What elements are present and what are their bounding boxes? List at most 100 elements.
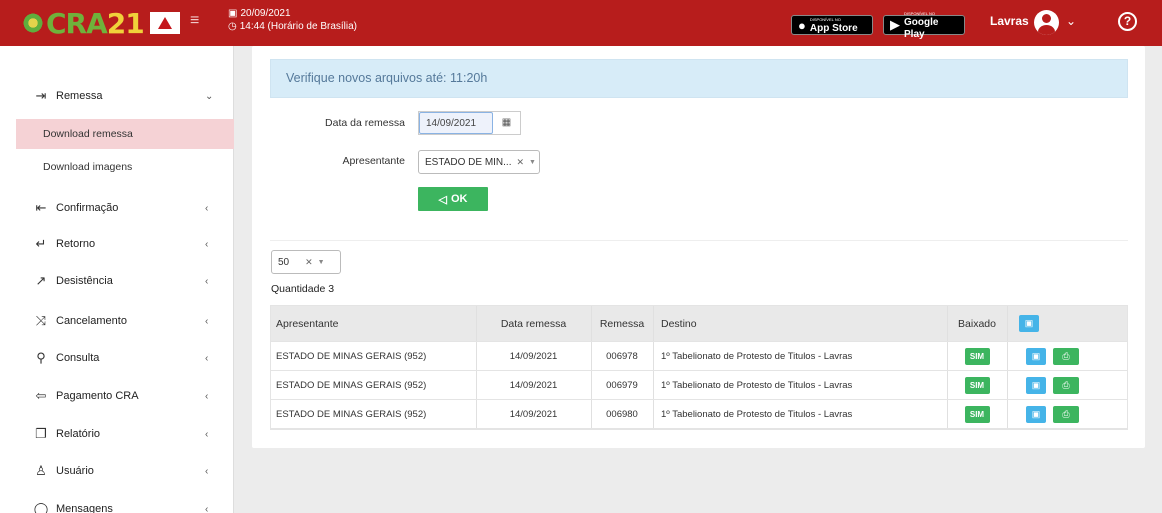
cell-baixado: SIM xyxy=(947,400,1007,428)
page-size-value: 50 xyxy=(278,256,290,268)
clear-icon[interactable]: ✕ xyxy=(517,157,525,168)
sidebar-item-label: Mensagens xyxy=(56,503,113,513)
chevron-left-icon: ‹ xyxy=(205,390,209,402)
logo[interactable]: CRA21 xyxy=(22,6,180,40)
cell-baixado: SIM xyxy=(947,371,1007,399)
user-name[interactable]: Lavras xyxy=(990,14,1029,28)
status-badge: SIM xyxy=(964,405,990,423)
table-row: ESTADO DE MINAS GERAIS (952) 14/09/2021 00… xyxy=(271,371,1127,400)
presenter-label: Apresentante xyxy=(342,155,405,167)
sidebar-item-6[interactable]: ⇦ Pagamento CRA ‹ xyxy=(0,381,234,411)
cell-presenter: ESTADO DE MINAS GERAIS (952) xyxy=(276,379,427,391)
confirm-icon: ⇤ xyxy=(35,200,47,215)
external-icon: ↗ xyxy=(35,273,47,288)
date-input[interactable] xyxy=(419,112,493,134)
users-icon: ♙ xyxy=(35,463,47,478)
sidebar-item-5[interactable]: ⚲ Consulta ‹ xyxy=(0,343,234,373)
play-icon: ▶ xyxy=(890,17,900,32)
cell-presenter: ESTADO DE MINAS GERAIS (952) xyxy=(276,408,427,420)
clear-icon[interactable]: ✕ xyxy=(305,257,313,268)
sidebar-item-label: Desistência xyxy=(56,275,113,287)
sidebar-item-9[interactable]: ◯ Mensagens ‹ xyxy=(0,494,234,513)
sidebar-item-label: Confirmação xyxy=(56,202,119,214)
app-store-button[interactable]: ● DISPONÍVEL NO App Store xyxy=(791,15,873,35)
send-icon: ◁ xyxy=(438,193,447,206)
chevron-left-icon: ‹ xyxy=(205,428,209,440)
print-icon[interactable]: ⎙ xyxy=(1053,347,1079,365)
chevron-left-icon: ‹ xyxy=(205,315,209,327)
google-play-button[interactable]: ▶ DISPONÍVEL NO Google Play xyxy=(883,11,965,39)
sidebar-item-1[interactable]: ⇤ Confirmação ‹ xyxy=(0,193,234,223)
sidebar-item-8[interactable]: ♙ Usuário ‹ xyxy=(0,456,234,486)
cell-remessa: 006980 xyxy=(606,408,638,420)
save-icon[interactable]: ▣ xyxy=(1026,405,1046,423)
sidebar-item-label: Relatório xyxy=(56,428,101,440)
cell-remessa: 006978 xyxy=(606,350,638,362)
sidebar-item-7[interactable]: ❐ Relatório ‹ xyxy=(0,419,234,449)
sidebar-subitem-0[interactable]: Download remessa xyxy=(16,119,234,149)
print-icon[interactable]: ⎙ xyxy=(1053,405,1079,423)
chevron-down-icon[interactable]: ⌄ xyxy=(1066,14,1076,28)
avatar-icon[interactable] xyxy=(1034,10,1059,35)
chat-icon: ◯ xyxy=(33,501,49,513)
cell-date: 14/09/2021 xyxy=(509,350,558,362)
cell-baixado: SIM xyxy=(947,342,1007,370)
shuffle-icon: ⤨ xyxy=(35,313,47,328)
cell-destino: 1º Tabelionato de Protesto de Titulos - … xyxy=(661,408,853,420)
table-row: ESTADO DE MINAS GERAIS (952) 14/09/2021 00… xyxy=(271,400,1127,429)
col-baixado[interactable]: Baixado xyxy=(947,306,1007,341)
sidebar-item-2[interactable]: ↵ Retorno ‹ xyxy=(0,229,234,259)
chevron-down-icon: ⌄ xyxy=(205,90,214,102)
table-header: Apresentante Data remessa Remessa Destin… xyxy=(271,306,1127,342)
ok-button[interactable]: ◁ OK xyxy=(418,187,488,211)
top-bar: CRA21 ≡ ▣ 20/09/2021 ◷ 14:44 (Horário de B… xyxy=(0,0,1162,46)
cell-date: 14/09/2021 xyxy=(509,408,558,420)
alert-box: Verifique novos arquivos até: 11:20h xyxy=(270,59,1128,98)
sidebar-item-3[interactable]: ↗ Desistência ‹ xyxy=(0,266,234,296)
caret-down-icon[interactable]: ▼ xyxy=(318,259,325,266)
clock-icon: ◷ xyxy=(228,21,237,32)
page-size-select[interactable]: 50 ✕ ▼ xyxy=(271,250,341,274)
datetime: ▣ 20/09/2021 ◷ 14:44 (Horário de Brasília) xyxy=(228,7,357,33)
calendar-icon: ▣ xyxy=(228,8,238,19)
back-arrow-icon: ⇦ xyxy=(35,388,47,403)
col-remessa[interactable]: Remessa xyxy=(591,306,653,341)
current-time: 14:44 (Horário de Brasília) xyxy=(239,21,358,32)
menu-toggle-icon[interactable]: ≡ xyxy=(190,13,204,29)
date-picker[interactable]: ▦ xyxy=(418,111,521,135)
cell-presenter: ESTADO DE MINAS GERAIS (952) xyxy=(276,350,427,362)
col-date[interactable]: Data remessa xyxy=(476,306,591,341)
presenter-select[interactable]: ESTADO DE MIN... ✕ ▼ xyxy=(418,150,540,174)
sidebar-subitem-1[interactable]: Download imagens xyxy=(16,152,234,182)
presenter-value: ESTADO DE MIN... xyxy=(425,156,512,168)
save-icon[interactable]: ▣ xyxy=(1026,347,1046,365)
sidebar-item-4[interactable]: ⤨ Cancelamento ‹ xyxy=(0,306,234,336)
cell-destino: 1º Tabelionato de Protesto de Titulos - … xyxy=(661,379,853,391)
calendar-icon[interactable]: ▦ xyxy=(493,112,520,134)
status-badge: SIM xyxy=(964,376,990,394)
save-icon[interactable]: ▣ xyxy=(1026,376,1046,394)
sidebar-item-label: Consulta xyxy=(56,352,100,364)
caret-down-icon[interactable]: ▼ xyxy=(529,159,536,166)
sidebar-item-label: Remessa xyxy=(56,90,103,102)
remessa-table: Apresentante Data remessa Remessa Destin… xyxy=(270,305,1128,430)
quantity-label: Quantidade 3 xyxy=(271,283,335,295)
cell-date: 14/09/2021 xyxy=(509,379,558,391)
sidebar-item-label: Retorno xyxy=(56,238,96,250)
chevron-left-icon: ‹ xyxy=(205,465,209,477)
col-presenter[interactable]: Apresentante xyxy=(276,306,338,341)
chevron-left-icon: ‹ xyxy=(205,275,209,287)
logo-emblem-icon xyxy=(22,12,44,34)
help-icon[interactable]: ? xyxy=(1118,12,1137,31)
print-icon[interactable]: ⎙ xyxy=(1053,376,1079,394)
enter-icon: ⇥ xyxy=(35,88,47,103)
col-destino[interactable]: Destino xyxy=(661,306,697,341)
chevron-left-icon: ‹ xyxy=(205,238,209,250)
current-date: 20/09/2021 xyxy=(240,8,291,19)
save-all-icon[interactable]: ▣ xyxy=(1019,315,1039,332)
date-label: Data da remessa xyxy=(325,117,405,129)
logo-text: CRA21 xyxy=(46,6,145,40)
cell-destino: 1º Tabelionato de Protesto de Titulos - … xyxy=(661,350,853,362)
table-row: ESTADO DE MINAS GERAIS (952) 14/09/2021 00… xyxy=(271,342,1127,371)
sidebar-item-0[interactable]: ⇥ Remessa ⌄ xyxy=(0,81,234,111)
